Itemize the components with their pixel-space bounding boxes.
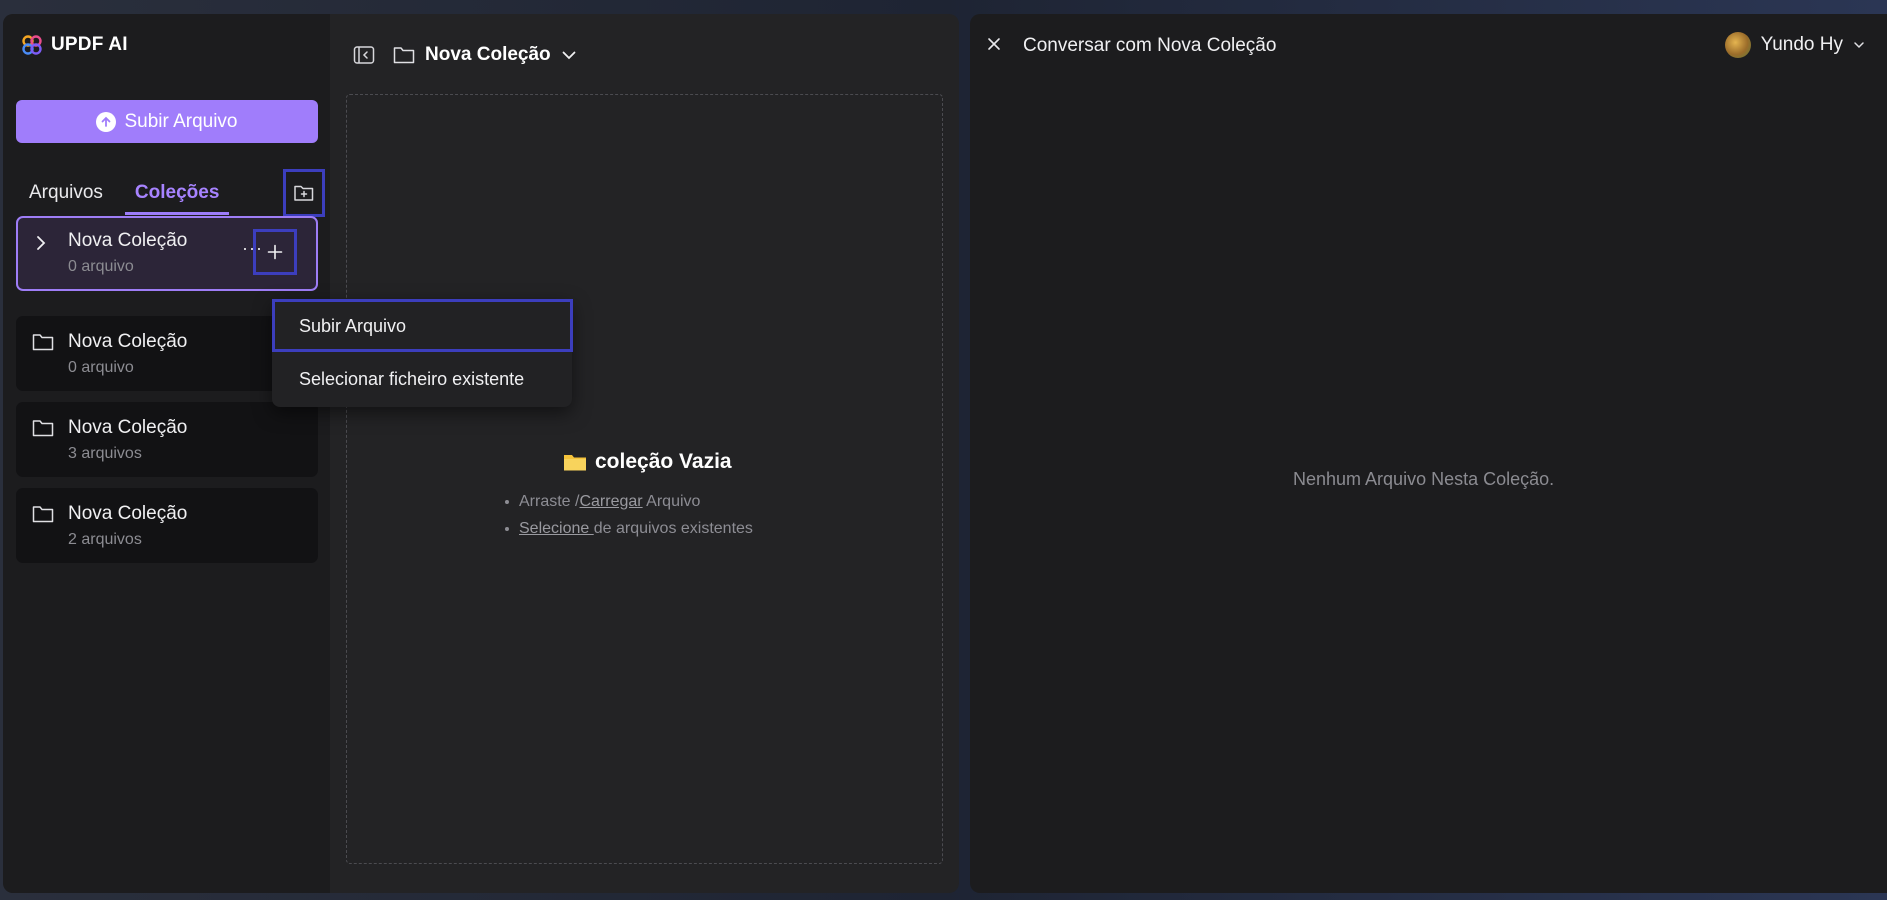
collection-count: 3 arquivos — [68, 445, 142, 462]
user-name: Yundo Hy — [1760, 34, 1843, 55]
hint-suffix: Arquivo — [642, 492, 701, 510]
brand: UPDF AI — [21, 34, 128, 56]
tab-arquivos[interactable]: Arquivos — [29, 182, 103, 215]
plus-icon — [267, 244, 283, 260]
upload-link[interactable]: Carregar — [579, 493, 642, 510]
add-file-menu: Subir Arquivo Selecionar ficheiro existe… — [272, 299, 573, 407]
hint-text: Arraste /Carregar Arquivo — [519, 493, 700, 511]
file-dropzone[interactable] — [346, 94, 943, 864]
add-to-collection-button[interactable] — [253, 229, 297, 275]
empty-chat-message: Nenhum Arquivo Nesta Coleção. — [1293, 469, 1555, 489]
folder-icon — [32, 420, 54, 437]
hint-suffix: de arquivos existentes — [593, 519, 753, 537]
menu-item-label: Selecionar ficheiro existente — [299, 369, 525, 389]
chevron-right-icon[interactable] — [34, 233, 48, 253]
avatar — [1724, 32, 1751, 58]
menu-item-select-existing[interactable]: Selecionar ficheiro existente — [272, 355, 572, 403]
collection-header: Nova Coleção — [353, 44, 577, 66]
collection-name: Nova Coleção — [68, 503, 188, 524]
folder-icon — [393, 47, 415, 64]
bullet-dot — [505, 526, 509, 531]
folder-plus-icon — [294, 185, 314, 201]
close-icon[interactable] — [986, 36, 1002, 52]
hint-row: Selecione de arquivos existentes — [505, 515, 753, 542]
chevron-down-icon[interactable] — [561, 49, 577, 61]
chat-panel: Conversar com Nova Coleção Yundo Hy Nenh… — [970, 14, 1887, 893]
sidebar-tabs: Arquivos Coleções — [29, 182, 230, 215]
collection-name: Nova Coleção — [68, 230, 188, 251]
collection-name: Nova Coleção — [68, 417, 188, 438]
upload-file-label: Subir Arquivo — [124, 110, 238, 132]
collection-count: 0 arquivo — [68, 359, 134, 376]
collection-item[interactable]: Nova Coleção 2 arquivos — [16, 488, 318, 563]
tab-colecoes[interactable]: Coleções — [124, 182, 230, 215]
breadcrumb[interactable]: Nova Coleção — [393, 44, 577, 66]
brand-name: UPDF AI — [51, 34, 128, 55]
folder-yellow-icon — [564, 455, 586, 471]
chevron-down-icon — [1854, 42, 1864, 49]
collection-count: 2 arquivos — [68, 531, 142, 548]
bullet-dot — [505, 499, 509, 504]
empty-collection-title: coleção Vazia — [563, 450, 732, 474]
empty-hints: Arraste /Carregar Arquivo Selecione de a… — [505, 488, 753, 542]
empty-title-text: coleção Vazia — [595, 450, 732, 473]
app-window-frame: UPDF AI Subir Arquivo Arquivos Coleções — [0, 0, 1887, 900]
user-menu[interactable]: Yundo Hy — [1724, 32, 1865, 58]
collection-item[interactable]: Nova Coleção 3 arquivos — [16, 402, 318, 477]
folder-icon — [32, 334, 54, 351]
updf-logo-icon — [22, 35, 42, 55]
collection-count: 0 arquivo — [68, 258, 134, 275]
upload-arrow-icon — [96, 111, 117, 132]
left-panel: UPDF AI Subir Arquivo Arquivos Coleções — [3, 14, 959, 893]
menu-item-upload-file[interactable]: Subir Arquivo — [272, 299, 573, 352]
menu-item-label: Subir Arquivo — [299, 316, 407, 336]
hint-prefix: Arraste / — [519, 492, 580, 510]
folder-icon — [32, 506, 54, 523]
hint-text: Selecione de arquivos existentes — [519, 520, 753, 538]
collection-name: Nova Coleção — [68, 331, 188, 352]
collection-title: Nova Coleção — [425, 44, 551, 65]
hint-row: Arraste /Carregar Arquivo — [505, 488, 753, 515]
sidebar: UPDF AI Subir Arquivo Arquivos Coleções — [3, 14, 330, 893]
select-link[interactable]: Selecione — [519, 520, 594, 537]
chat-title: Conversar com Nova Coleção — [1023, 35, 1277, 56]
new-collection-button[interactable] — [283, 169, 325, 217]
upload-file-button[interactable]: Subir Arquivo — [16, 100, 318, 143]
collapse-sidebar-icon[interactable] — [353, 45, 375, 65]
